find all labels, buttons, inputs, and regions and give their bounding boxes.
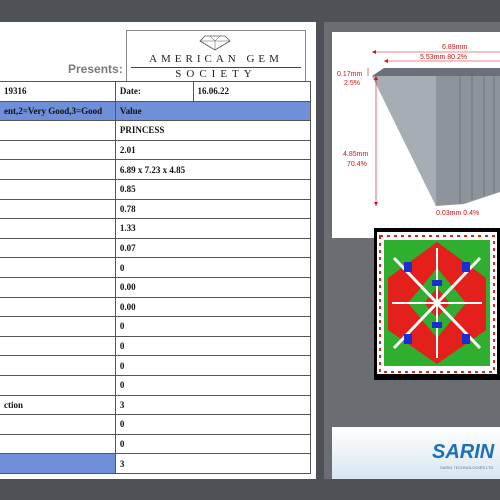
table-row: 19316 Date: 16.06.22: [0, 81, 312, 102]
row-label: [0, 453, 116, 474]
culet-label: 0.03mm 0.4%: [436, 210, 479, 217]
ags-subtitle: SOCIETY: [175, 68, 257, 80]
diamond-profile-svg: 6.89mm 5.53mm 80.2% 0.17mm 2.5% 4.85mm 7…: [337, 44, 500, 217]
ags-title: AMERICAN GEM: [149, 53, 283, 65]
row-value: 0.85: [114, 178, 312, 200]
row-value: 0.00: [114, 276, 312, 298]
table-row: 0: [0, 355, 312, 376]
row-value: 0: [114, 355, 312, 376]
table-row: 0: [0, 335, 312, 357]
row-value: 0: [114, 335, 312, 357]
ags-logo: AMERICAN GEM SOCIETY: [126, 30, 306, 82]
depth-mm-label: 4.85mm: [343, 151, 368, 158]
presents-label: Presents:: [68, 62, 123, 76]
table-row: 0: [0, 374, 312, 396]
grade-legend: ent,2=Very Good,3=Good: [0, 100, 116, 122]
table-row: ction 3: [0, 394, 312, 416]
row-value: 0: [114, 316, 312, 337]
value-header: Value: [114, 100, 312, 122]
table-row: 0: [0, 316, 312, 337]
aset-map-svg: [377, 232, 497, 374]
row-label: [0, 237, 116, 259]
row-value: 0.78: [114, 198, 312, 220]
row-value: 1.33: [114, 218, 312, 239]
row-label: [0, 374, 116, 396]
row-label: [0, 159, 116, 180]
row-value: 0: [114, 257, 312, 278]
row-value: 3: [114, 394, 312, 416]
date-value: 16.06.22: [192, 81, 312, 102]
row-label: [0, 120, 116, 141]
row-value: 6.89 x 7.23 x 4.85: [114, 159, 312, 180]
table-row: 0: [0, 433, 312, 455]
sarin-logo: SARIN: [432, 441, 495, 463]
table-row: PRINCESS: [0, 120, 312, 141]
table-row: 3: [0, 453, 312, 474]
row-value: 0: [114, 433, 312, 455]
row-label: [0, 433, 116, 455]
row-label: [0, 335, 116, 357]
table-row: 0.78: [0, 198, 312, 220]
row-label: [0, 355, 116, 376]
crown-pct-label: 2.5%: [344, 80, 360, 87]
row-label: [0, 276, 116, 298]
table-row: 0.07: [0, 237, 312, 259]
sarin-logo-box: SARIN SARIN TECHNOLOGIES LTD: [332, 427, 500, 479]
report-number: 19316: [0, 81, 116, 102]
report-table: 19316 Date: 16.06.22 ent,2=Very Good,3=G…: [0, 81, 312, 474]
table-row: 0: [0, 257, 312, 278]
row-label: [0, 257, 116, 278]
table-header-row: ent,2=Very Good,3=Good Value: [0, 100, 312, 122]
table-row: 6.89 x 7.23 x 4.85: [0, 159, 312, 180]
row-value: 0.07: [114, 237, 312, 259]
row-label: [0, 316, 116, 337]
image-panel: 6.89mm 5.53mm 80.2% 0.17mm 2.5% 4.85mm 7…: [324, 22, 500, 479]
table-row: 0.85: [0, 178, 312, 200]
row-value: 0: [114, 374, 312, 396]
date-label: Date:: [114, 81, 194, 102]
width-total-label: 6.89mm: [442, 44, 467, 51]
bottom-strip: [0, 479, 500, 500]
row-label: [0, 198, 116, 220]
table-row: 0: [0, 414, 312, 435]
row-label: [0, 218, 116, 239]
row-label: [0, 139, 116, 161]
row-value: PRINCESS: [114, 120, 312, 141]
light-performance-map: [374, 228, 500, 380]
depth-pct-label: 70.4%: [347, 161, 367, 168]
row-value: 0: [114, 414, 312, 435]
table-width-label: 5.53mm 80.2%: [420, 54, 467, 61]
crown-mm-label: 0.17mm: [337, 71, 362, 78]
table-row: 1.33: [0, 218, 312, 239]
proportion-diagram: 6.89mm 5.53mm 80.2% 0.17mm 2.5% 4.85mm 7…: [332, 32, 500, 238]
row-value: 2.01: [114, 139, 312, 161]
table-row: 0.00: [0, 276, 312, 298]
row-label: [0, 414, 116, 435]
row-label: ction: [0, 394, 116, 416]
row-label: [0, 178, 116, 200]
report-panel: Presents: AMERICAN GEM SOCIETY 19316 Dat…: [0, 22, 316, 479]
row-value: 3: [114, 453, 312, 474]
report-header: Presents: AMERICAN GEM SOCIETY: [0, 22, 316, 82]
row-label: [0, 296, 116, 318]
table-row: 2.01: [0, 139, 312, 161]
table-row: 0.00: [0, 296, 312, 318]
row-value: 0.00: [114, 296, 312, 318]
diamond-icon: [199, 35, 231, 51]
sarin-tagline: SARIN TECHNOLOGIES LTD: [440, 465, 494, 470]
